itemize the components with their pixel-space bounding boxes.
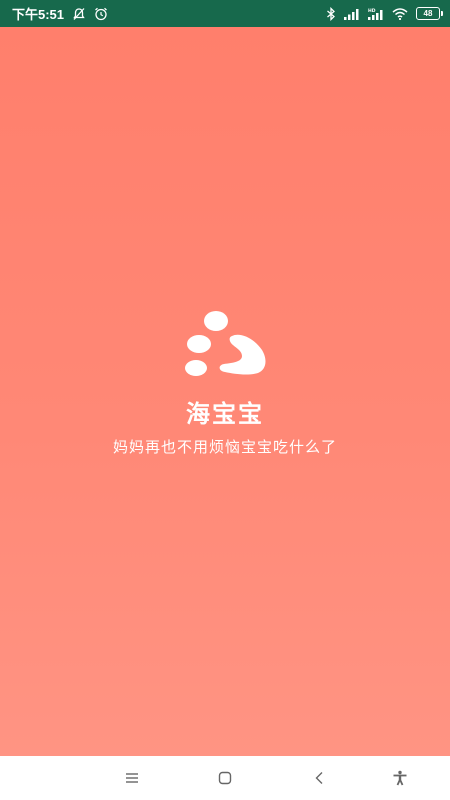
splash-screen: 海宝宝 妈妈再也不用烦恼宝宝吃什么了 bbox=[0, 27, 450, 756]
alarm-icon bbox=[94, 7, 108, 21]
battery-indicator: 48 bbox=[416, 7, 443, 20]
back-icon bbox=[315, 772, 323, 784]
app-logo-icon bbox=[185, 311, 266, 376]
navigation-bar bbox=[0, 756, 450, 800]
status-right: HD 48 bbox=[326, 6, 443, 21]
back-button[interactable] bbox=[307, 766, 331, 790]
home-button[interactable] bbox=[213, 766, 237, 790]
app-tagline: 妈妈再也不用烦恼宝宝吃什么了 bbox=[112, 438, 337, 456]
app-name: 海宝宝 bbox=[186, 400, 264, 428]
status-time: 下午5:51 bbox=[12, 7, 65, 22]
menu-button[interactable] bbox=[120, 766, 144, 790]
status-bar: 下午5:51 HD 48 bbox=[0, 0, 450, 27]
wifi-icon bbox=[392, 7, 408, 20]
accessibility-button[interactable] bbox=[388, 766, 412, 790]
signal-icon bbox=[344, 8, 360, 20]
svg-text:HD: HD bbox=[368, 8, 376, 14]
menu-icon bbox=[126, 773, 138, 783]
notifications-off-icon bbox=[72, 7, 86, 21]
status-left: 下午5:51 bbox=[12, 4, 108, 23]
accessibility-icon bbox=[393, 770, 407, 786]
bluetooth-icon bbox=[326, 6, 336, 21]
home-icon bbox=[218, 771, 232, 785]
hd-signal-icon: HD bbox=[368, 8, 384, 20]
